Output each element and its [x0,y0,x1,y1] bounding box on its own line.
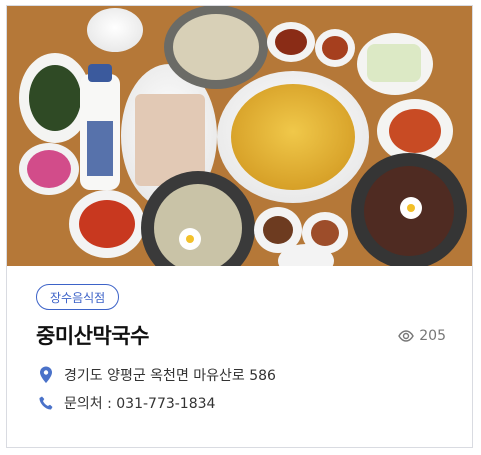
phone-icon [37,393,54,413]
phone-text: 문의처 : 031-773-1834 [64,396,216,412]
phone-row: 문의처 : 031-773-1834 [37,393,215,413]
view-count: 205 [397,326,446,346]
view-count-number: 205 [419,328,446,344]
location-pin-icon [37,365,54,385]
food-photo-illustration [7,6,472,266]
address-text: 경기도 양평군 옥천면 마유산로 586 [64,368,276,384]
restaurant-name[interactable]: 중미산막국수 [36,320,149,350]
address-row: 경기도 양평군 옥천면 마유산로 586 [37,365,276,385]
eye-icon [397,326,414,346]
restaurant-card[interactable]: 장수음식점 중미산막국수 205 경기도 양평군 옥천면 마유산로 586 문의… [6,5,473,448]
food-photo[interactable] [7,6,472,266]
category-badge[interactable]: 장수음식점 [36,284,120,310]
